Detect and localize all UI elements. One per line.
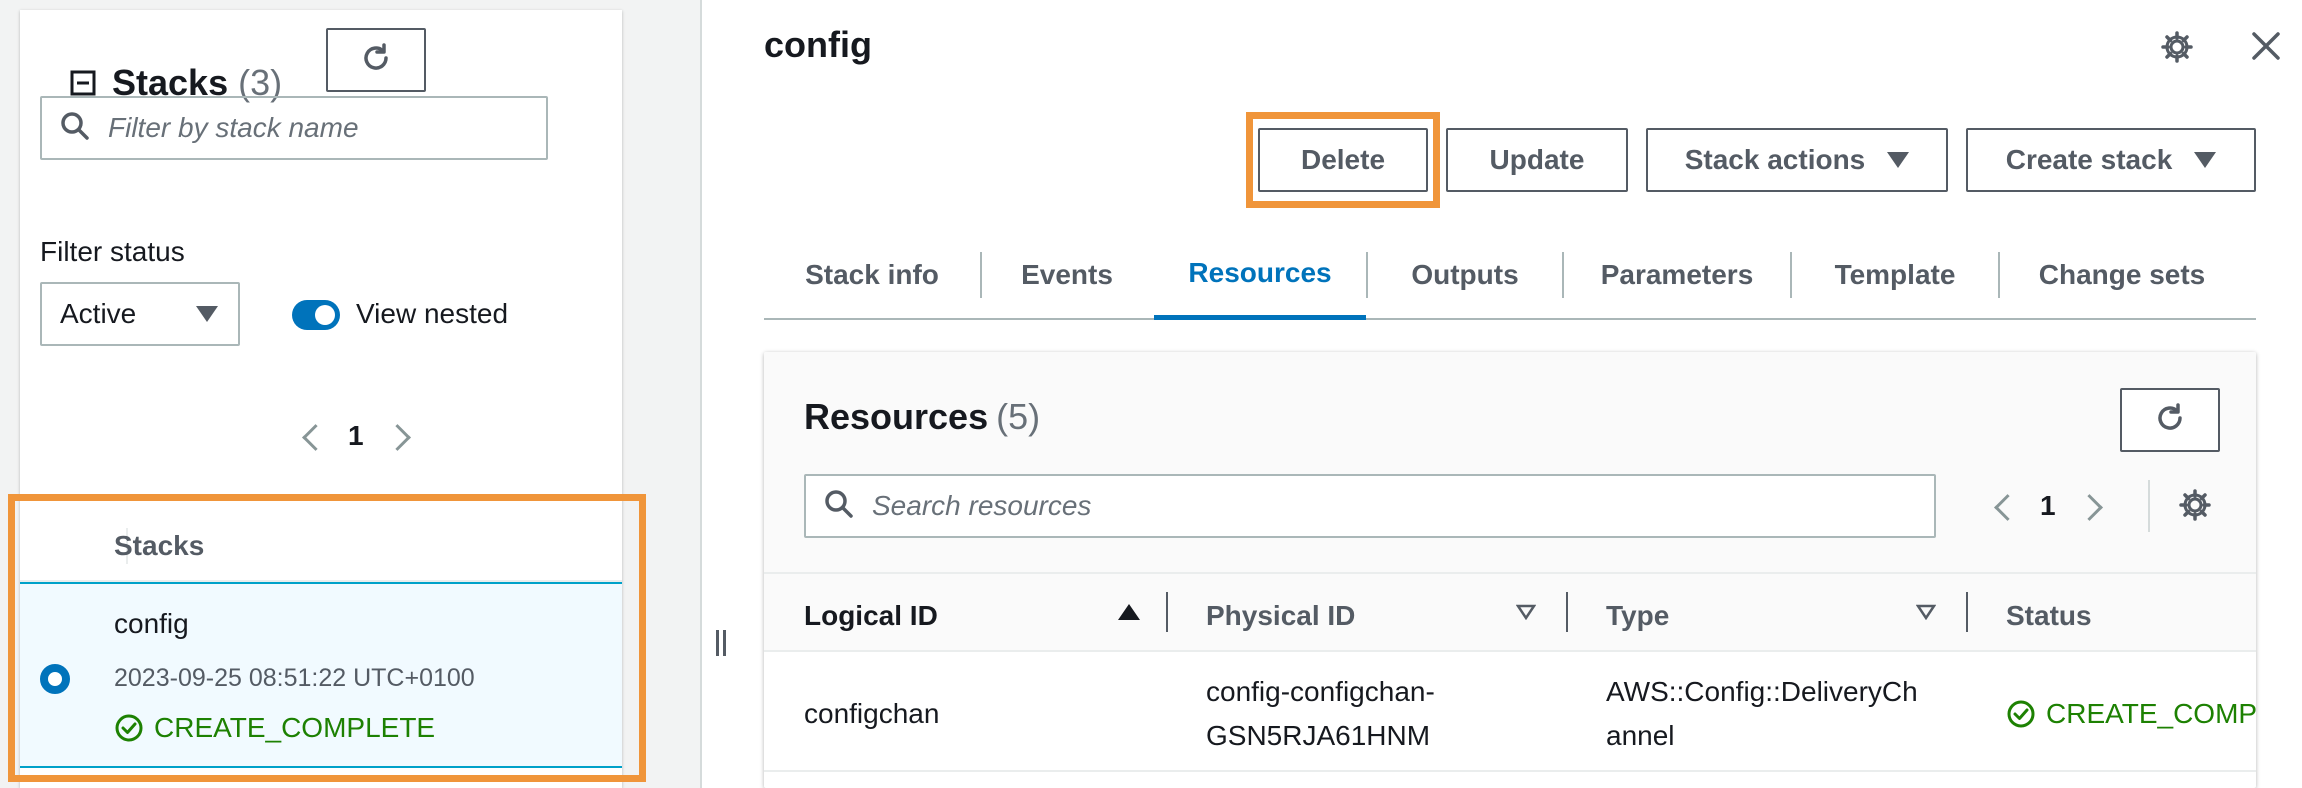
column-resizer[interactable] <box>1566 592 1568 632</box>
tab-change-sets[interactable]: Change sets <box>2000 230 2244 320</box>
column-type[interactable]: Type <box>1606 600 1669 632</box>
status-success-icon <box>2006 699 2036 729</box>
resource-search-input[interactable]: Search resources <box>804 474 1936 538</box>
resources-header-background <box>764 352 2256 572</box>
stack-actions-label: Stack actions <box>1684 144 1866 175</box>
row-divider <box>764 770 2256 772</box>
resources-count: (5) <box>996 396 1041 437</box>
tab-outputs[interactable]: Outputs <box>1368 230 1562 320</box>
refresh-resources-button[interactable] <box>2120 388 2220 452</box>
status-select-value: Active <box>60 298 137 329</box>
sort-desc-icon[interactable] <box>1515 604 1537 621</box>
resources-title: Resources <box>804 396 989 437</box>
chevron-right-icon[interactable] <box>2078 492 2106 520</box>
highlight-delete-button <box>1246 112 1440 208</box>
stack-filter-input[interactable]: Filter by stack name <box>40 96 548 160</box>
resource-search-placeholder: Search resources <box>872 490 1092 521</box>
settings-icon[interactable] <box>2160 30 2194 69</box>
caret-down-icon <box>1887 152 1910 168</box>
close-icon[interactable] <box>2250 30 2282 67</box>
refresh-stacks-button[interactable] <box>326 28 426 92</box>
chevron-left-icon[interactable] <box>298 422 326 450</box>
type-cell-line1: AWS::Config::DeliveryCh <box>1606 676 1918 707</box>
create-stack-label: Create stack <box>2005 144 2173 175</box>
stack-detail-title: config <box>764 24 872 65</box>
resources-title-wrap: Resources (5) <box>804 396 1040 438</box>
physical-id-cell-line1: config-configchan- <box>1206 676 1435 707</box>
type-cell-line2: annel <box>1606 720 1675 751</box>
chevron-right-icon[interactable] <box>386 422 414 450</box>
logical-id-cell: configchan <box>804 698 940 729</box>
settings-icon[interactable] <box>2178 488 2212 527</box>
refresh-icon <box>359 41 393 80</box>
resources-panel: Resources (5) Search resources 1 Logical … <box>764 352 2256 788</box>
column-logical-id[interactable]: Logical ID <box>804 600 938 632</box>
refresh-icon <box>2153 401 2187 440</box>
panel-splitter[interactable] <box>700 0 702 788</box>
stack-actions-button[interactable]: Stack actions <box>1646 128 1948 192</box>
status-select[interactable]: Active <box>40 282 240 346</box>
update-button[interactable]: Update <box>1446 128 1628 192</box>
column-resizer[interactable] <box>1166 592 1168 632</box>
resources-page-number[interactable]: 1 <box>2040 490 2056 522</box>
column-status[interactable]: Status <box>2006 600 2092 632</box>
collapse-icon[interactable] <box>70 70 96 96</box>
stack-detail-tabs: Stack info Events Resources Outputs Para… <box>764 230 2256 320</box>
filter-status-label: Filter status <box>40 236 185 267</box>
stacks-page-number[interactable]: 1 <box>348 420 364 452</box>
caret-down-icon <box>196 306 218 322</box>
sort-desc-icon[interactable] <box>1915 604 1937 621</box>
column-resizer[interactable] <box>1966 592 1968 632</box>
physical-id-cell-line2: GSN5RJA61HNM <box>1206 720 1431 751</box>
create-stack-button[interactable]: Create stack <box>1966 128 2256 192</box>
tab-resources[interactable]: Resources <box>1154 230 1366 320</box>
sort-asc-icon[interactable] <box>1118 604 1140 620</box>
pagination-divider <box>2148 480 2150 532</box>
stack-filter-placeholder: Filter by stack name <box>108 112 359 143</box>
resources-pagination: 1 <box>1990 490 2106 522</box>
column-physical-id[interactable]: Physical ID <box>1206 600 1355 632</box>
drag-handle-icon[interactable] <box>714 630 728 656</box>
tab-events[interactable]: Events <box>982 230 1152 320</box>
tab-stack-info[interactable]: Stack info <box>764 230 980 320</box>
resource-status: CREATE_COMPLETE <box>2006 698 2256 730</box>
resources-table-header: Logical ID Physical ID Type Status <box>764 572 2256 652</box>
toggle-knob <box>315 305 335 325</box>
view-nested-toggle[interactable] <box>292 300 340 330</box>
view-nested-label: View nested <box>356 298 509 329</box>
search-icon <box>60 111 90 146</box>
stacks-pagination: 1 <box>298 420 414 452</box>
search-icon <box>824 489 854 524</box>
caret-down-icon <box>2194 152 2217 168</box>
highlight-stack-row <box>8 494 646 782</box>
tab-template[interactable]: Template <box>1792 230 1998 320</box>
tab-parameters[interactable]: Parameters <box>1564 230 1790 320</box>
resource-status-text: CREATE_COMPLETE <box>2046 698 2256 729</box>
chevron-left-icon[interactable] <box>1990 492 2018 520</box>
